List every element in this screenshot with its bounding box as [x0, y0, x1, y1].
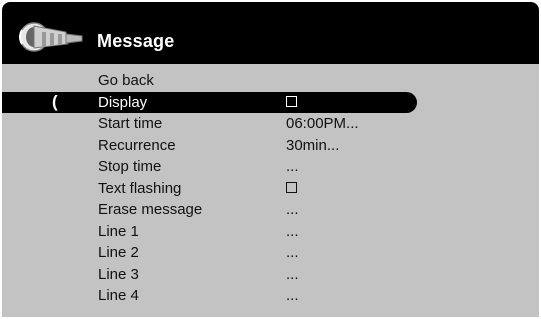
menu-item-label: Line 3: [98, 265, 139, 283]
menu-item-display[interactable]: ( Display: [2, 91, 539, 113]
menu-list: Go back ( Display Start time 06:00PM... Recur…: [2, 64, 539, 307]
menu-item-value: 30min...: [286, 136, 340, 154]
menu-item-label: Start time: [98, 115, 163, 132]
menu-item-erase-message[interactable]: Erase message...: [2, 199, 539, 221]
menu-title: Message: [97, 31, 175, 51]
menu-item-go-back[interactable]: Go back: [2, 70, 539, 92]
menu-item-label: Erase message: [98, 201, 203, 218]
menu-item-label: Line 4: [98, 287, 139, 304]
menu-item-value: ...: [286, 244, 299, 261]
checkbox[interactable]: [286, 94, 297, 111]
menu-item-start-time[interactable]: Start time 06:00PM...: [2, 113, 539, 135]
menu-item-value: ...: [286, 158, 299, 175]
menu-item-label: Recurrence: [98, 136, 176, 154]
menu-item-value: 06:00PM...: [286, 115, 359, 132]
menu-item-label: Stop time: [98, 158, 162, 175]
selection-highlight: [2, 91, 417, 113]
menu-item-recurrence[interactable]: Recurrence 30min...: [2, 135, 539, 157]
selection-marker: (: [52, 91, 58, 111]
checkbox-box[interactable]: [286, 95, 297, 107]
menu-item-label: Line 1: [98, 222, 139, 240]
menu-item-label: Text flashing: [98, 179, 182, 197]
menu-item-value: ...: [286, 265, 299, 283]
menu-panel: Message Go back ( Display Start time 06:00PM…: [2, 2, 539, 317]
menu-item-line-2[interactable]: Line 2...: [2, 242, 539, 264]
menu-item-stop-time[interactable]: Stop time...: [2, 156, 539, 178]
checkbox[interactable]: [286, 180, 297, 197]
menu-item-label: Go back: [98, 72, 154, 89]
menu-item-value: ...: [286, 222, 299, 240]
menu-item-label: Display: [98, 93, 148, 111]
menu-item-value: ...: [286, 287, 299, 304]
menu-item-text-flashing[interactable]: Text flashing: [2, 178, 539, 200]
checkbox-box[interactable]: [286, 181, 297, 193]
menu-header: Message: [2, 2, 539, 64]
menu-item-line-3[interactable]: Line 3...: [2, 264, 539, 286]
menu-item-line-1[interactable]: Line 1...: [2, 221, 539, 243]
menu-item-line-4[interactable]: Line 4...: [2, 285, 539, 307]
cable-plug-icon: [19, 22, 83, 52]
menu-item-label: Line 2: [98, 244, 139, 261]
menu-item-value: ...: [286, 201, 299, 218]
